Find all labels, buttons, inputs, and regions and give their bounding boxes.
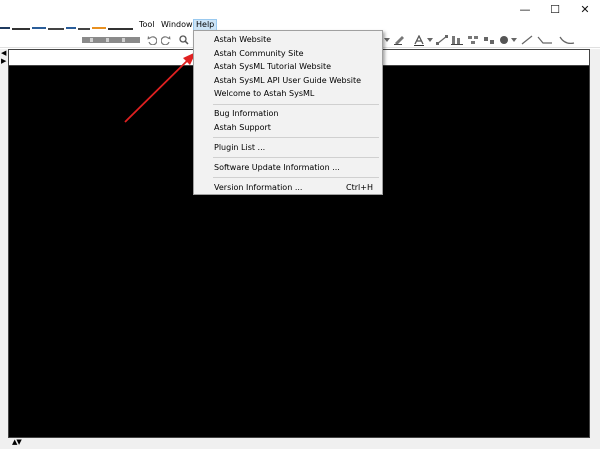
dropdown-arrow-icon[interactable] [510, 34, 518, 46]
help-menu-item[interactable]: Plugin List ... [195, 141, 381, 154]
close-button[interactable]: ✕ [570, 0, 600, 18]
help-menu-item[interactable]: Astah SysML API User Guide Website [195, 74, 381, 87]
pen-icon[interactable] [392, 34, 408, 46]
toolbar-redacted-area [82, 34, 140, 46]
font-color-icon[interactable] [412, 34, 426, 46]
arrange-icon[interactable] [482, 34, 496, 46]
help-dropdown-menu: Astah Website Astah Community Site Astah S… [193, 30, 383, 195]
help-menu-item[interactable]: Astah Website [195, 33, 381, 46]
help-menu-item-label: Plugin List ... [214, 142, 266, 152]
help-menu-item[interactable]: Welcome to Astah SysML [195, 87, 381, 100]
help-menu-item[interactable]: Astah Community Site [195, 47, 381, 60]
collapse-marker-icon[interactable]: ◀ ▶ [1, 49, 8, 65]
redacted-strip-icon [0, 27, 133, 30]
toolbar-placeholder-icon [82, 37, 140, 43]
help-menu-item[interactable]: Astah SysML Tutorial Website [195, 60, 381, 73]
help-menu-item[interactable]: Software Update Information ... [195, 161, 381, 174]
help-menu-item-label: Bug Information [214, 109, 279, 118]
menu-bar-redacted-area [0, 23, 135, 30]
line-icon[interactable] [520, 34, 534, 46]
help-menu-item-label: Astah SysML Tutorial Website [214, 62, 332, 71]
circle-fill-icon[interactable] [498, 34, 510, 46]
help-menu-item[interactable]: Bug Information [195, 107, 381, 120]
align-icon[interactable] [450, 34, 464, 46]
help-menu-item-label: Version Information ... [214, 182, 303, 192]
redo-icon[interactable] [160, 34, 172, 46]
help-menu-item-label: Welcome to Astah SysML [214, 89, 315, 98]
close-icon: ✕ [580, 2, 590, 16]
help-menu-item-label: Astah Community Site [214, 48, 304, 58]
help-menu-item-label: Astah SysML API User Guide Website [214, 75, 362, 85]
dropdown-arrow-icon[interactable] [383, 34, 391, 46]
minimize-button[interactable]: — [510, 0, 540, 18]
menu-separator [213, 177, 379, 178]
dropdown-arrow-icon[interactable] [426, 34, 434, 46]
help-menu-item[interactable]: Version Information ... Ctrl+H [195, 181, 381, 194]
connector-curve-icon[interactable] [558, 34, 576, 46]
help-menu-item-label: Astah Support [214, 122, 271, 132]
help-menu-item-label: Software Update Information ... [214, 162, 340, 172]
menu-separator [213, 137, 379, 138]
help-menu-item-label: Astah Website [214, 35, 272, 44]
line-style-icon[interactable] [435, 34, 449, 46]
connector-icon[interactable] [536, 34, 554, 46]
menu-separator [213, 157, 379, 158]
zoom-icon[interactable] [178, 34, 190, 46]
menu-separator [213, 103, 379, 105]
undo-icon[interactable] [146, 34, 158, 46]
maximize-icon: ☐ [550, 2, 560, 16]
help-menu-item[interactable]: Astah Support [195, 121, 381, 134]
version-shortcut: Ctrl+H [346, 182, 373, 192]
minimize-icon: — [519, 2, 531, 16]
title-bar: — ☐ ✕ [0, 0, 600, 18]
menu-window[interactable]: Window [159, 19, 195, 31]
menu-tool[interactable]: Tool [137, 19, 157, 31]
bottom-collapse-marker-icon[interactable]: ▲▼ [12, 438, 26, 446]
maximize-button[interactable]: ☐ [540, 0, 570, 18]
distribute-icon[interactable] [466, 34, 480, 46]
